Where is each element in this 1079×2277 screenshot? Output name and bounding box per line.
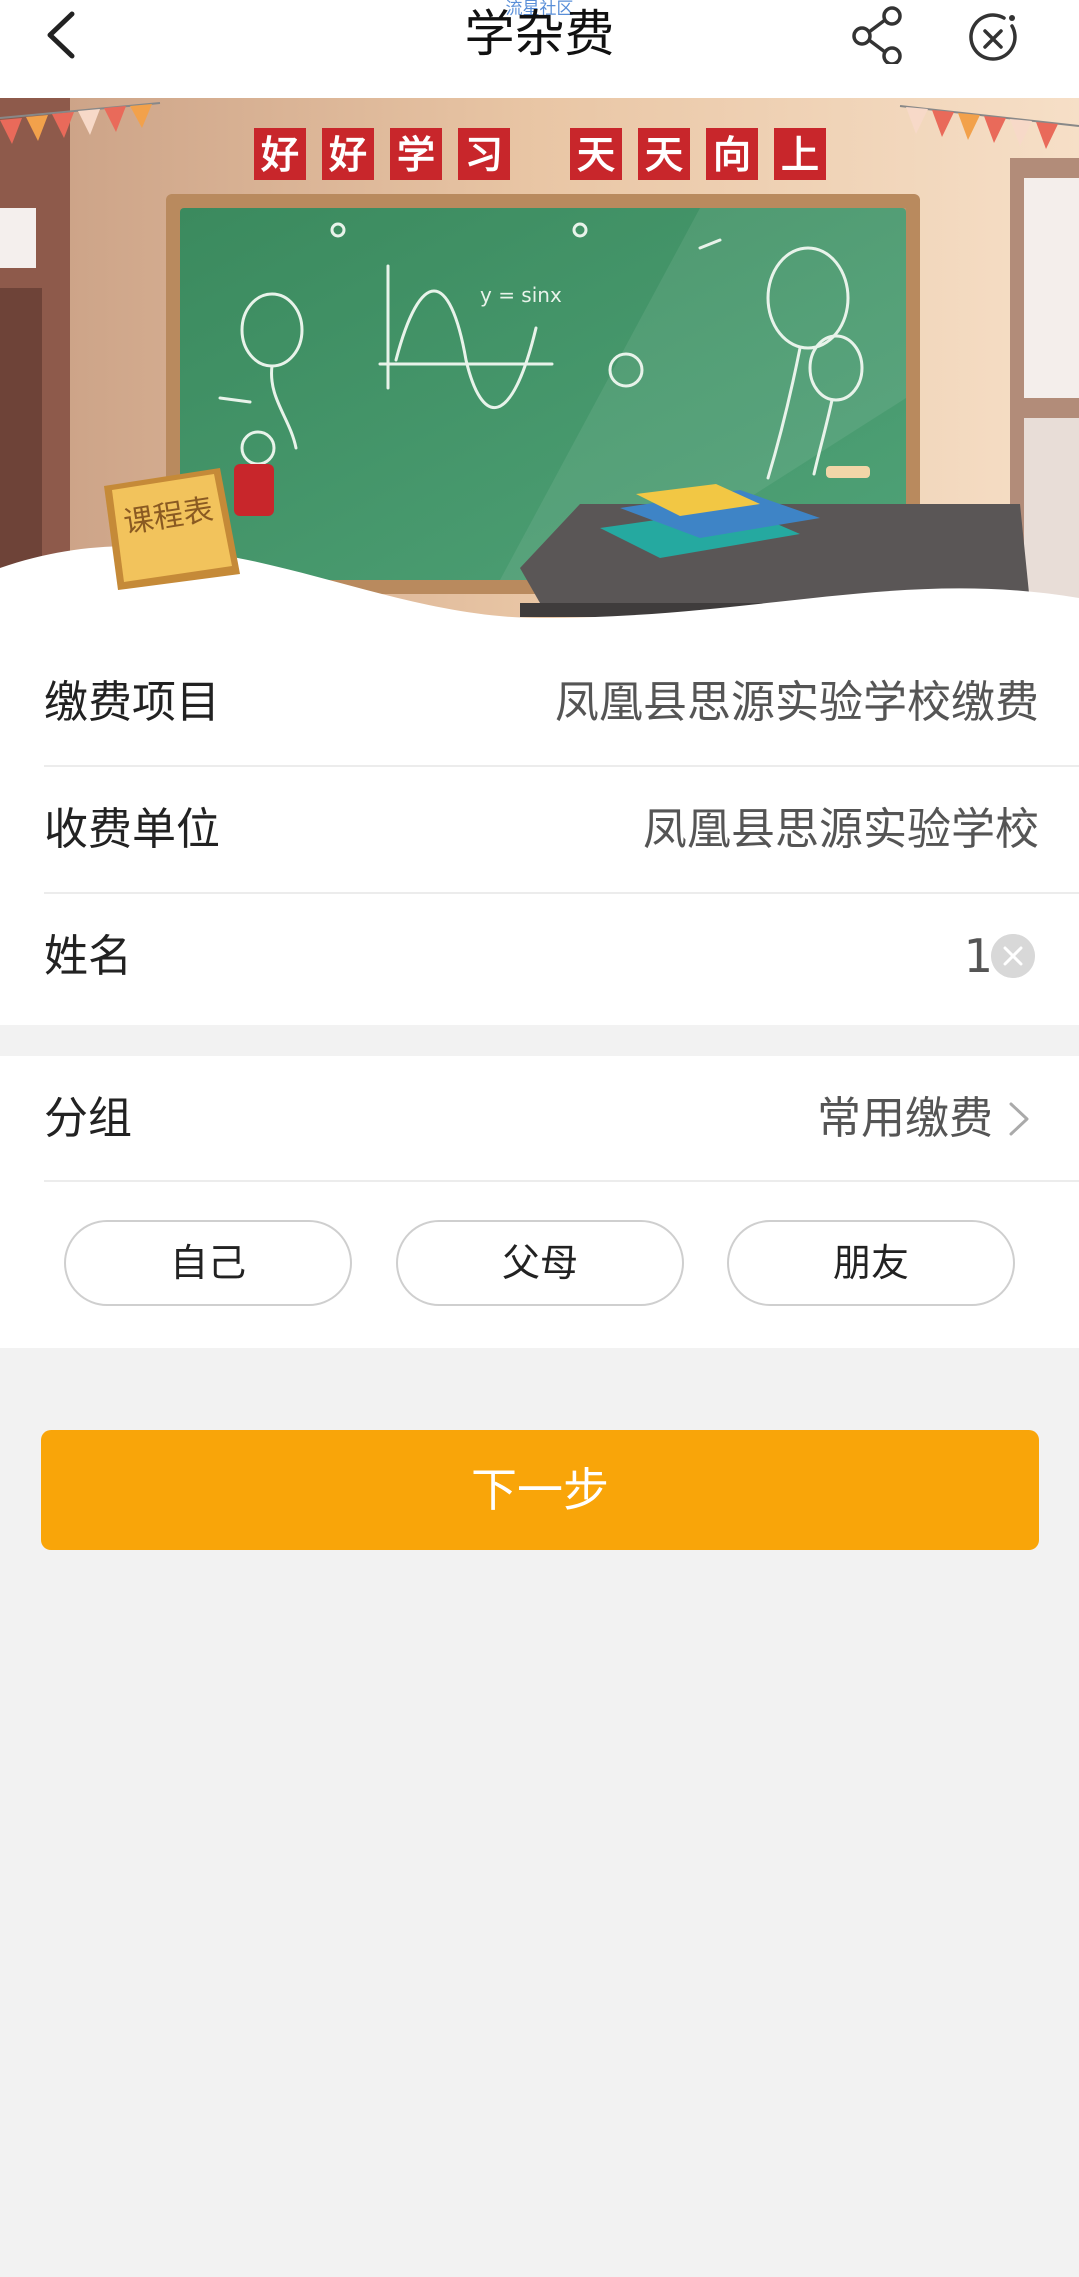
chevron-right-icon[interactable] [1003, 1100, 1033, 1138]
page-title: 学杂费 [464, 5, 615, 63]
svg-text:天: 天 [577, 133, 615, 177]
group-card: 分组 常用缴费 自己 父母 朋友 [0, 1056, 1079, 1348]
payee-label: 收费单位 [44, 804, 220, 855]
group-chips: 自己 父母 朋友 [0, 1220, 1079, 1310]
row-payee: 收费单位 凤凰县思源实验学校 [44, 767, 1079, 894]
back-icon[interactable] [38, 10, 88, 60]
row-group[interactable]: 分组 常用缴费 [44, 1056, 1079, 1182]
svg-text:习: 习 [465, 133, 503, 177]
svg-text:上: 上 [781, 133, 819, 177]
svg-text:好: 好 [260, 133, 299, 177]
chip-parents[interactable]: 父母 [396, 1220, 684, 1306]
svg-text:y = sinx: y = sinx [480, 283, 562, 307]
group-label: 分组 [44, 1093, 132, 1144]
name-input[interactable]: 1 [964, 894, 993, 1019]
chip-self[interactable]: 自己 [64, 1220, 352, 1306]
payment-item-value: 凤凰县思源实验学校缴费 [555, 677, 1039, 728]
close-mini-program-icon[interactable] [964, 8, 1024, 68]
next-step-button[interactable]: 下一步 [41, 1430, 1039, 1550]
name-label: 姓名 [44, 931, 132, 982]
clear-icon[interactable] [991, 934, 1035, 978]
group-value[interactable]: 常用缴费 [817, 1056, 993, 1181]
row-name[interactable]: 姓名 1 [44, 894, 1079, 1019]
payee-value: 凤凰县思源实验学校 [643, 804, 1039, 855]
chip-friends[interactable]: 朋友 [727, 1220, 1015, 1306]
svg-text:好: 好 [328, 133, 367, 177]
nav-bar: 流星社区 学杂费 [0, 0, 1079, 98]
svg-text:天: 天 [645, 133, 683, 177]
share-icon[interactable] [848, 4, 908, 64]
classroom-banner: 好 好 学 习 天 天 向 上 y = sinx 课程表 [0, 98, 1079, 654]
svg-text:学: 学 [397, 133, 435, 177]
payment-info-card: 缴费项目 凤凰县思源实验学校缴费 收费单位 凤凰县思源实验学校 姓名 1 [0, 640, 1079, 1025]
payment-item-label: 缴费项目 [44, 677, 220, 728]
row-payment-item: 缴费项目 凤凰县思源实验学校缴费 [44, 640, 1079, 767]
svg-text:向: 向 [713, 133, 751, 177]
